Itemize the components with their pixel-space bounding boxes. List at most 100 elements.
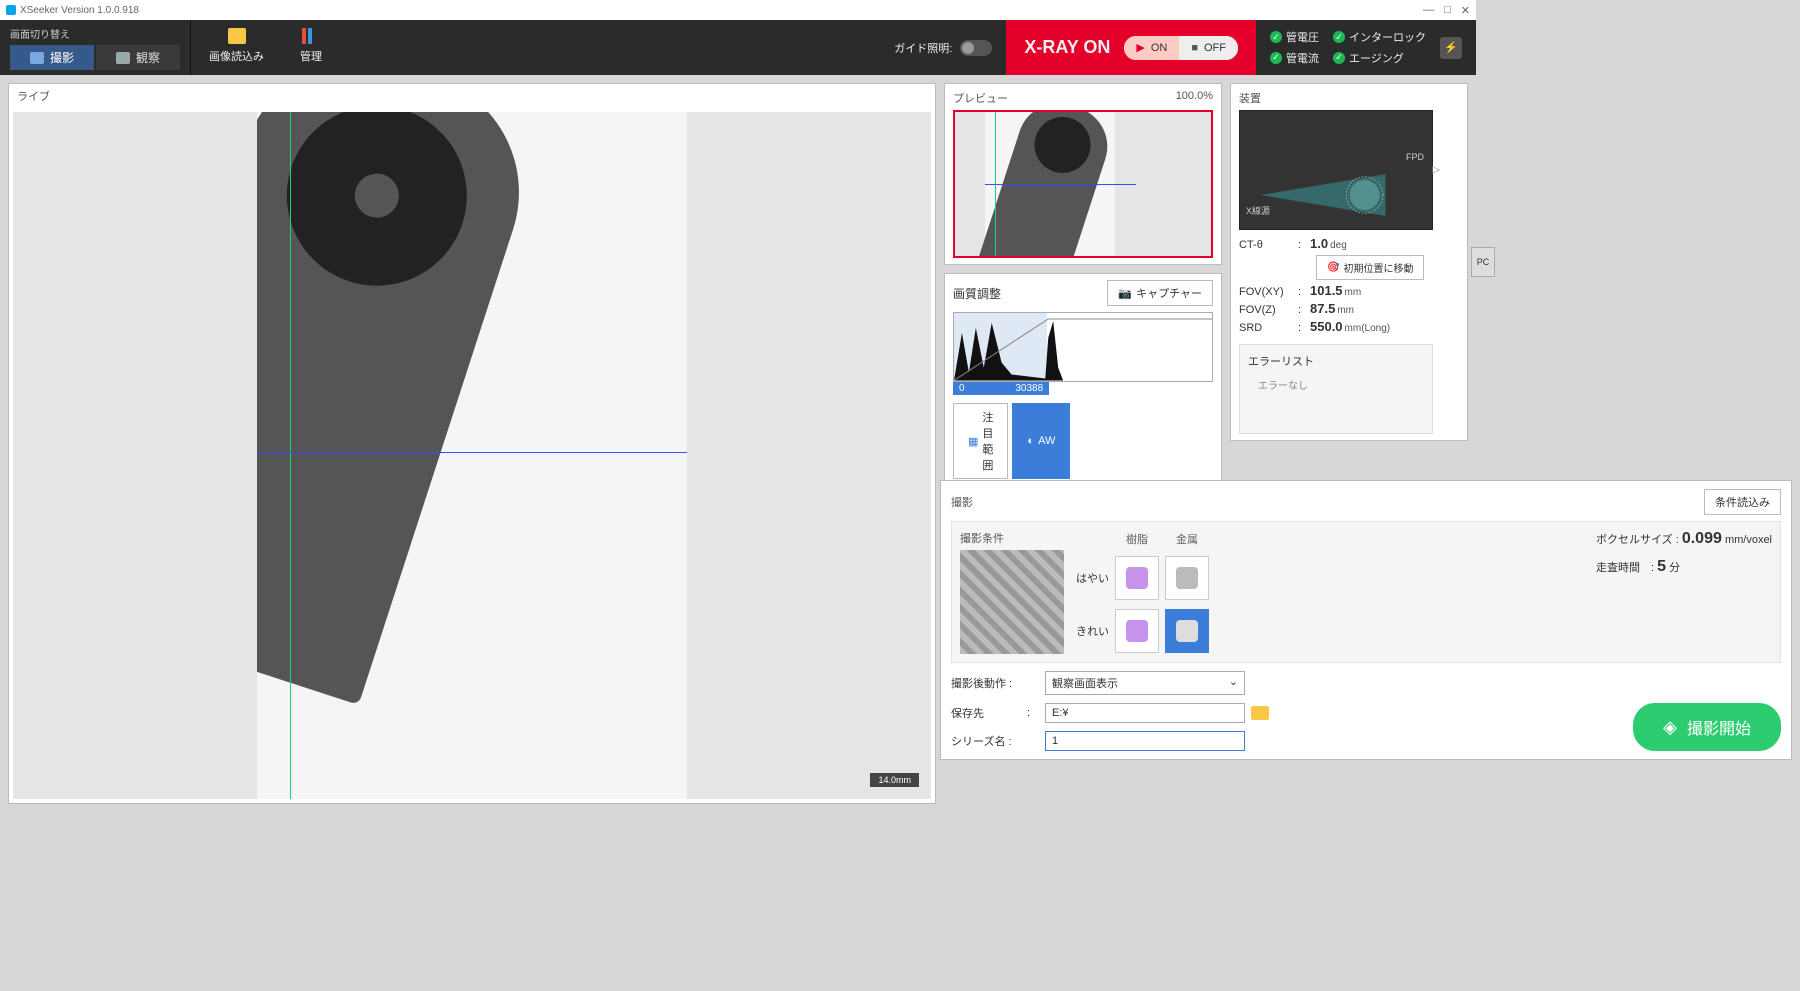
guide-light-toggle[interactable] [960, 40, 992, 56]
status-interlock: インターロック [1333, 29, 1426, 45]
post-action-select[interactable]: 観察画面表示 ⌄ [1045, 671, 1245, 695]
xray-off-text: OFF [1204, 42, 1226, 54]
row-fine: きれい [1076, 623, 1109, 639]
srd-label: SRD [1239, 322, 1294, 334]
home-position-button[interactable]: 🎯 初期位置に移動 [1316, 255, 1424, 280]
series-name-input[interactable]: 1 [1045, 731, 1245, 751]
pc-indicator: PC [1471, 247, 1495, 277]
conditions-box: 撮影条件 樹脂 金属 はやい きれい ボクセルサイズ : 0.099 mm/vo… [951, 521, 1781, 663]
guide-light-label: ガイド照明: [894, 40, 952, 56]
cond-fine-metal[interactable] [1165, 609, 1209, 653]
tab-observe[interactable]: 観察 [96, 45, 180, 70]
live-view[interactable]: 14.0mm [13, 112, 931, 799]
aw-button[interactable]: ◐ AW [1012, 403, 1070, 479]
scan-time-label: 走査時間 [1596, 562, 1640, 574]
scalebar: 14.0mm [870, 773, 919, 787]
image-quality-panel: 画質調整 📷 キャプチャー 0 30388 ▦ [944, 273, 1222, 515]
device-panel: 装置 FPD X線源 ▷ PC CT-θ: 1.0deg 🎯初期位置に移動 FO… [1230, 83, 1468, 441]
focus-label: 注目範囲 [982, 409, 993, 473]
post-action-value: 観察画面表示 [1052, 675, 1118, 691]
hist-min: 0 [953, 382, 971, 395]
col-resin: 樹脂 [1115, 531, 1159, 547]
device-diagram[interactable]: FPD X線源 ▷ [1239, 110, 1433, 230]
fov-xy-label: FOV(XY) [1239, 286, 1294, 298]
xray-source-label: X線源 [1246, 204, 1270, 217]
fov-xy-value: 101.5 [1310, 283, 1343, 298]
maximize-icon[interactable]: □ [1444, 4, 1451, 17]
cond-fast-metal[interactable] [1165, 556, 1209, 600]
cond-title: 撮影条件 [960, 530, 1064, 546]
home-label: 初期位置に移動 [1343, 260, 1413, 275]
xray-on-button[interactable]: ▶ ON [1124, 36, 1179, 60]
error-title: エラーリスト [1248, 353, 1424, 369]
capture-icon [30, 52, 44, 64]
xray-toggle[interactable]: ▶ ON ■ OFF [1124, 36, 1238, 60]
load-image-label: 画像読込み [209, 48, 264, 64]
status-tube-current: 管電流 [1270, 50, 1319, 66]
shoot-title: 撮影 [951, 494, 973, 510]
xray-off-button[interactable]: ■ OFF [1179, 36, 1238, 60]
histogram[interactable] [953, 312, 1213, 382]
save-dest-label: 保存先 [951, 705, 1021, 721]
chevron-down-icon: ⌄ [1229, 675, 1238, 691]
srd-value: 550.0 [1310, 319, 1343, 334]
folder-icon [228, 28, 246, 44]
tab-capture[interactable]: 撮影 [10, 45, 94, 70]
lightning-button[interactable]: ⚡ [1440, 37, 1462, 59]
manage-label: 管理 [300, 48, 322, 64]
target-icon: 🎯 [1327, 262, 1339, 273]
fpd-label: FPD [1406, 152, 1424, 162]
series-name-label: シリーズ名 : [951, 733, 1021, 749]
start-capture-button[interactable]: ◈ 撮影開始 [1633, 703, 1781, 751]
window-titlebar: XSeeker Version 1.0.0.918 — □ ✕ [0, 0, 1476, 20]
scan-time-unit: 分 [1669, 562, 1680, 574]
top-toolbar: 画面切り替え 撮影 観察 画像読込み 管理 ガイド照明: X-RAY ON ▶ … [0, 20, 1476, 75]
guide-light-control: ガイド照明: [880, 20, 1006, 75]
iq-title: 画質調整 [953, 285, 1001, 302]
close-icon[interactable]: ✕ [1461, 4, 1470, 17]
xray-status: X-RAY ON ▶ ON ■ OFF [1006, 20, 1256, 75]
screen-switch-group: 画面切り替え 撮影 観察 [0, 20, 191, 75]
load-image-button[interactable]: 画像読込み [191, 20, 282, 75]
browse-folder-button[interactable] [1251, 706, 1269, 720]
load-conditions-button[interactable]: 条件読込み [1704, 489, 1781, 515]
device-title: 装置 [1239, 90, 1433, 106]
xray-on-label: X-RAY ON [1024, 37, 1110, 58]
live-image [257, 112, 687, 799]
tab-capture-label: 撮影 [50, 49, 74, 66]
arrow-right-icon[interactable]: ▷ [1432, 165, 1440, 176]
crosshair-horizontal [257, 452, 687, 453]
cond-fine-resin[interactable] [1115, 609, 1159, 653]
manage-button[interactable]: 管理 [282, 20, 340, 75]
error-none: エラーなし [1248, 377, 1424, 392]
screen-switch-label: 画面切り替え [10, 26, 180, 41]
hist-max: 30388 [1009, 382, 1049, 395]
minimize-icon[interactable]: — [1423, 4, 1434, 17]
status-indicators: 管電圧 インターロック ⚡ 管電流 エージング [1256, 20, 1476, 75]
histogram-range: 0 30388 [953, 382, 1049, 395]
start-label: 撮影開始 [1687, 715, 1751, 739]
focus-range-button[interactable]: ▦ 注目範囲 [953, 403, 1008, 479]
preview-panel: プレビュー 100.0% [944, 83, 1222, 265]
tab-observe-label: 観察 [136, 49, 160, 66]
observe-icon [116, 52, 130, 64]
condition-thumbnail [960, 550, 1064, 654]
xray-on-text: ON [1151, 42, 1168, 54]
ct-theta-value: 1.0 [1310, 236, 1328, 251]
stop-icon: ■ [1191, 42, 1198, 54]
play-icon: ▶ [1136, 41, 1144, 54]
post-action-label: 撮影後動作 : [951, 675, 1021, 691]
row-fast: はやい [1076, 570, 1109, 586]
cond-fast-resin[interactable] [1115, 556, 1159, 600]
preview-zoom: 100.0% [1176, 90, 1213, 106]
capture-button[interactable]: 📷 キャプチャー [1107, 280, 1213, 306]
capture-label: キャプチャー [1136, 285, 1202, 301]
manage-icon [302, 28, 320, 44]
crosshair-vertical [290, 112, 291, 799]
preview-view[interactable] [953, 110, 1213, 258]
load-cond-label: 条件読込み [1715, 494, 1770, 510]
scan-time-value: 5 [1657, 558, 1666, 575]
app-icon [6, 5, 16, 15]
save-dest-input[interactable]: E:¥ [1045, 703, 1245, 723]
preview-crosshair-h [985, 184, 1136, 185]
